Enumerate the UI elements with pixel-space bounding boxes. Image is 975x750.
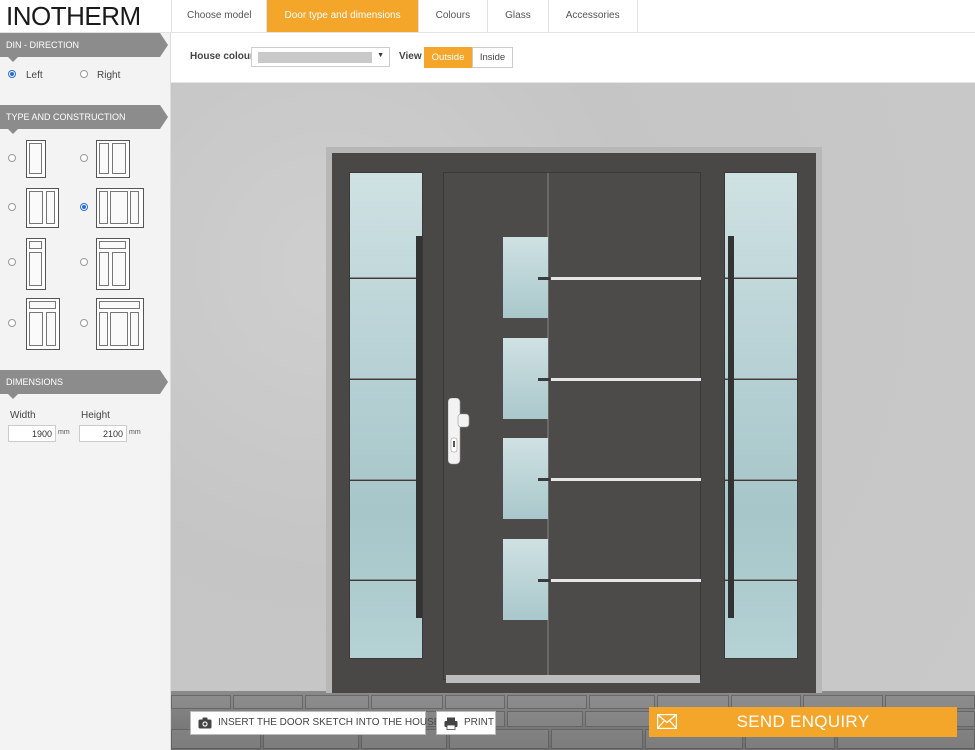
din-left-label[interactable]: Left [26, 70, 43, 81]
type-option-1-radio[interactable] [8, 154, 16, 162]
type-option-7-icon[interactable] [26, 298, 60, 350]
print-label: PRINT [464, 717, 494, 728]
tab-accessories[interactable]: Accessories [548, 0, 638, 32]
step-tabs: Choose model Door type and dimensions Co… [171, 0, 638, 32]
type-option-8-icon[interactable] [96, 298, 144, 350]
top-bar: INOTHERM Choose model Door type and dime… [0, 0, 975, 33]
view-outside-button[interactable]: Outside [424, 47, 472, 68]
type-option-5-icon[interactable] [26, 238, 46, 290]
type-construction-header: TYPE AND CONSTRUCTION [0, 105, 168, 134]
tab-glass[interactable]: Glass [488, 0, 549, 32]
type-option-3-icon[interactable] [26, 188, 59, 228]
left-sidelight-strip [416, 236, 422, 618]
type-option-3-radio[interactable] [8, 203, 16, 211]
brand-logo[interactable]: INOTHERM [6, 2, 141, 30]
send-enquiry-label: SEND ENQUIRY [736, 712, 870, 731]
type-option-2-icon[interactable] [96, 140, 130, 178]
type-option-5-radio[interactable] [8, 258, 16, 266]
house-colour-select[interactable]: ▼ [251, 47, 390, 67]
view-inside-button[interactable]: Inside [472, 47, 513, 68]
height-label: Height [81, 410, 110, 421]
type-option-6-radio[interactable] [80, 258, 88, 266]
right-sidelight-glass [724, 172, 798, 659]
door-preview-scene: INSERT THE DOOR SKETCH INTO THE HOUSE PR… [171, 83, 975, 750]
type-option-2-radio[interactable] [80, 154, 88, 162]
tab-colours[interactable]: Colours [418, 0, 489, 32]
left-sidelight-glass [349, 172, 423, 659]
leaf-inlay-3 [551, 478, 701, 481]
height-unit: mm [129, 429, 141, 436]
leaf-inlay-4 [551, 579, 701, 582]
print-button[interactable]: PRINT [436, 711, 496, 735]
leaf-inlay-2 [551, 378, 701, 381]
door-leaf[interactable] [443, 172, 701, 680]
type-option-1-icon[interactable] [26, 140, 46, 178]
house-colour-label: House colour [190, 51, 254, 62]
width-unit: mm [58, 429, 70, 436]
type-option-7-radio[interactable] [8, 319, 16, 327]
din-right-radio[interactable] [80, 70, 88, 78]
height-input[interactable]: 2100 [79, 425, 127, 442]
din-right-label[interactable]: Right [97, 70, 120, 81]
type-option-6-icon[interactable] [96, 238, 130, 290]
leaf-inlay-1 [551, 277, 701, 280]
configuration-sidebar: DIN - DIRECTION Left Right TYPE AND CONS… [0, 33, 171, 750]
door-handle-icon [448, 398, 470, 465]
insert-sketch-label: INSERT THE DOOR SKETCH INTO THE HOUSE [218, 717, 441, 728]
type-option-8-radio[interactable] [80, 319, 88, 327]
tab-door-type-and-dimensions[interactable]: Door type and dimensions [267, 0, 419, 32]
chevron-down-icon: ▼ [377, 52, 384, 59]
camera-icon [198, 717, 212, 729]
insert-sketch-button[interactable]: INSERT THE DOOR SKETCH INTO THE HOUSE [190, 711, 440, 735]
type-option-4-radio[interactable] [80, 203, 88, 211]
width-input[interactable]: 1900 [8, 425, 56, 442]
tab-choose-model[interactable]: Choose model [171, 0, 268, 32]
dimensions-header: DIMENSIONS [0, 370, 168, 399]
send-enquiry-button[interactable]: SEND ENQUIRY [649, 707, 957, 737]
din-direction-header: DIN - DIRECTION [0, 33, 168, 62]
din-left-radio[interactable] [8, 70, 16, 78]
width-label: Width [10, 410, 36, 421]
view-label: View [399, 51, 422, 62]
house-colour-swatch [258, 52, 372, 63]
type-option-4-icon[interactable] [96, 188, 144, 228]
printer-icon [444, 717, 458, 730]
right-sidelight-strip [728, 236, 734, 618]
envelope-icon [657, 714, 677, 729]
preview-toolbar: House colour ▼ View Outside Inside [171, 33, 975, 83]
door-threshold [446, 675, 700, 683]
